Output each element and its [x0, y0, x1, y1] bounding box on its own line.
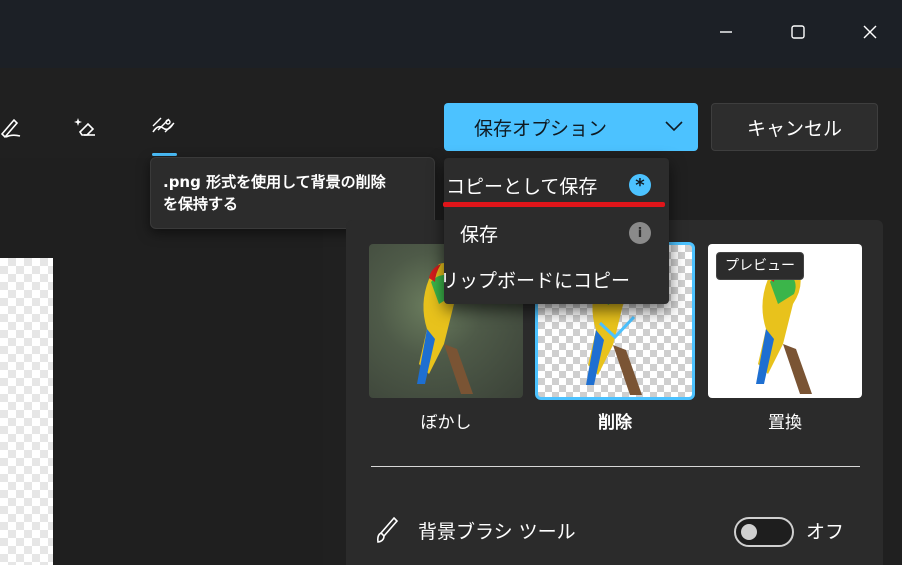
eraser-sparkle-icon — [74, 118, 95, 136]
menu-item-save-as-copy[interactable]: コピーとして保存 * — [444, 162, 669, 206]
save-options-menu: コピーとして保存 * 保存 i リップボードにコピー — [444, 158, 669, 304]
markup-tool[interactable] — [0, 108, 28, 144]
highlight-underline — [443, 202, 665, 207]
toggle-state-label: オフ — [806, 521, 845, 543]
maximize-button[interactable] — [776, 12, 820, 52]
background-tool-tooltip: .png 形式を使用して背景の削除 を保持する — [150, 157, 435, 229]
menu-item-copy-to-clipboard[interactable]: リップボードにコピー — [444, 256, 669, 300]
brush-tool-label: 背景ブラシ ツール — [418, 521, 576, 543]
preview-tooltip: プレビュー — [716, 252, 804, 280]
tooltip-line-1: .png 形式を使用して背景の削除 — [163, 173, 386, 191]
menu-item-save[interactable]: 保存 i — [444, 210, 669, 254]
divider — [371, 466, 860, 467]
cancel-button[interactable]: キャンセル — [711, 103, 878, 151]
brush-icon — [377, 516, 399, 543]
background-tool[interactable] — [145, 108, 181, 144]
background-remove-icon — [152, 117, 175, 133]
menu-item-label: 保存 — [460, 224, 499, 246]
chevron-down-icon — [664, 119, 684, 136]
minimize-icon — [720, 31, 732, 33]
close-button[interactable] — [848, 12, 892, 52]
info-icon: i — [629, 222, 651, 244]
menu-item-label: リップボードにコピー — [444, 270, 631, 292]
close-icon — [863, 25, 877, 39]
canvas-image-edge — [0, 258, 53, 565]
remove-option-label: 削除 — [598, 413, 632, 433]
erase-tool[interactable] — [66, 108, 102, 144]
maximize-icon — [791, 25, 805, 39]
tooltip-line-2: を保持する — [163, 195, 239, 213]
asterisk-icon: * — [629, 174, 651, 196]
menu-item-label: コピーとして保存 — [446, 176, 598, 198]
replace-option-label: 置換 — [768, 413, 802, 433]
brush-tool-toggle[interactable] — [734, 517, 794, 547]
blur-option-label: ぼかし — [420, 413, 472, 433]
active-tool-indicator — [152, 153, 177, 156]
save-options-label: 保存オプション — [474, 119, 608, 140]
minimize-button[interactable] — [704, 12, 748, 52]
brush-tool-icon-wrap — [374, 515, 400, 545]
toggle-knob — [741, 524, 757, 540]
save-options-button[interactable]: 保存オプション — [444, 103, 698, 151]
pen-icon — [0, 118, 21, 139]
title-bar — [0, 0, 902, 68]
